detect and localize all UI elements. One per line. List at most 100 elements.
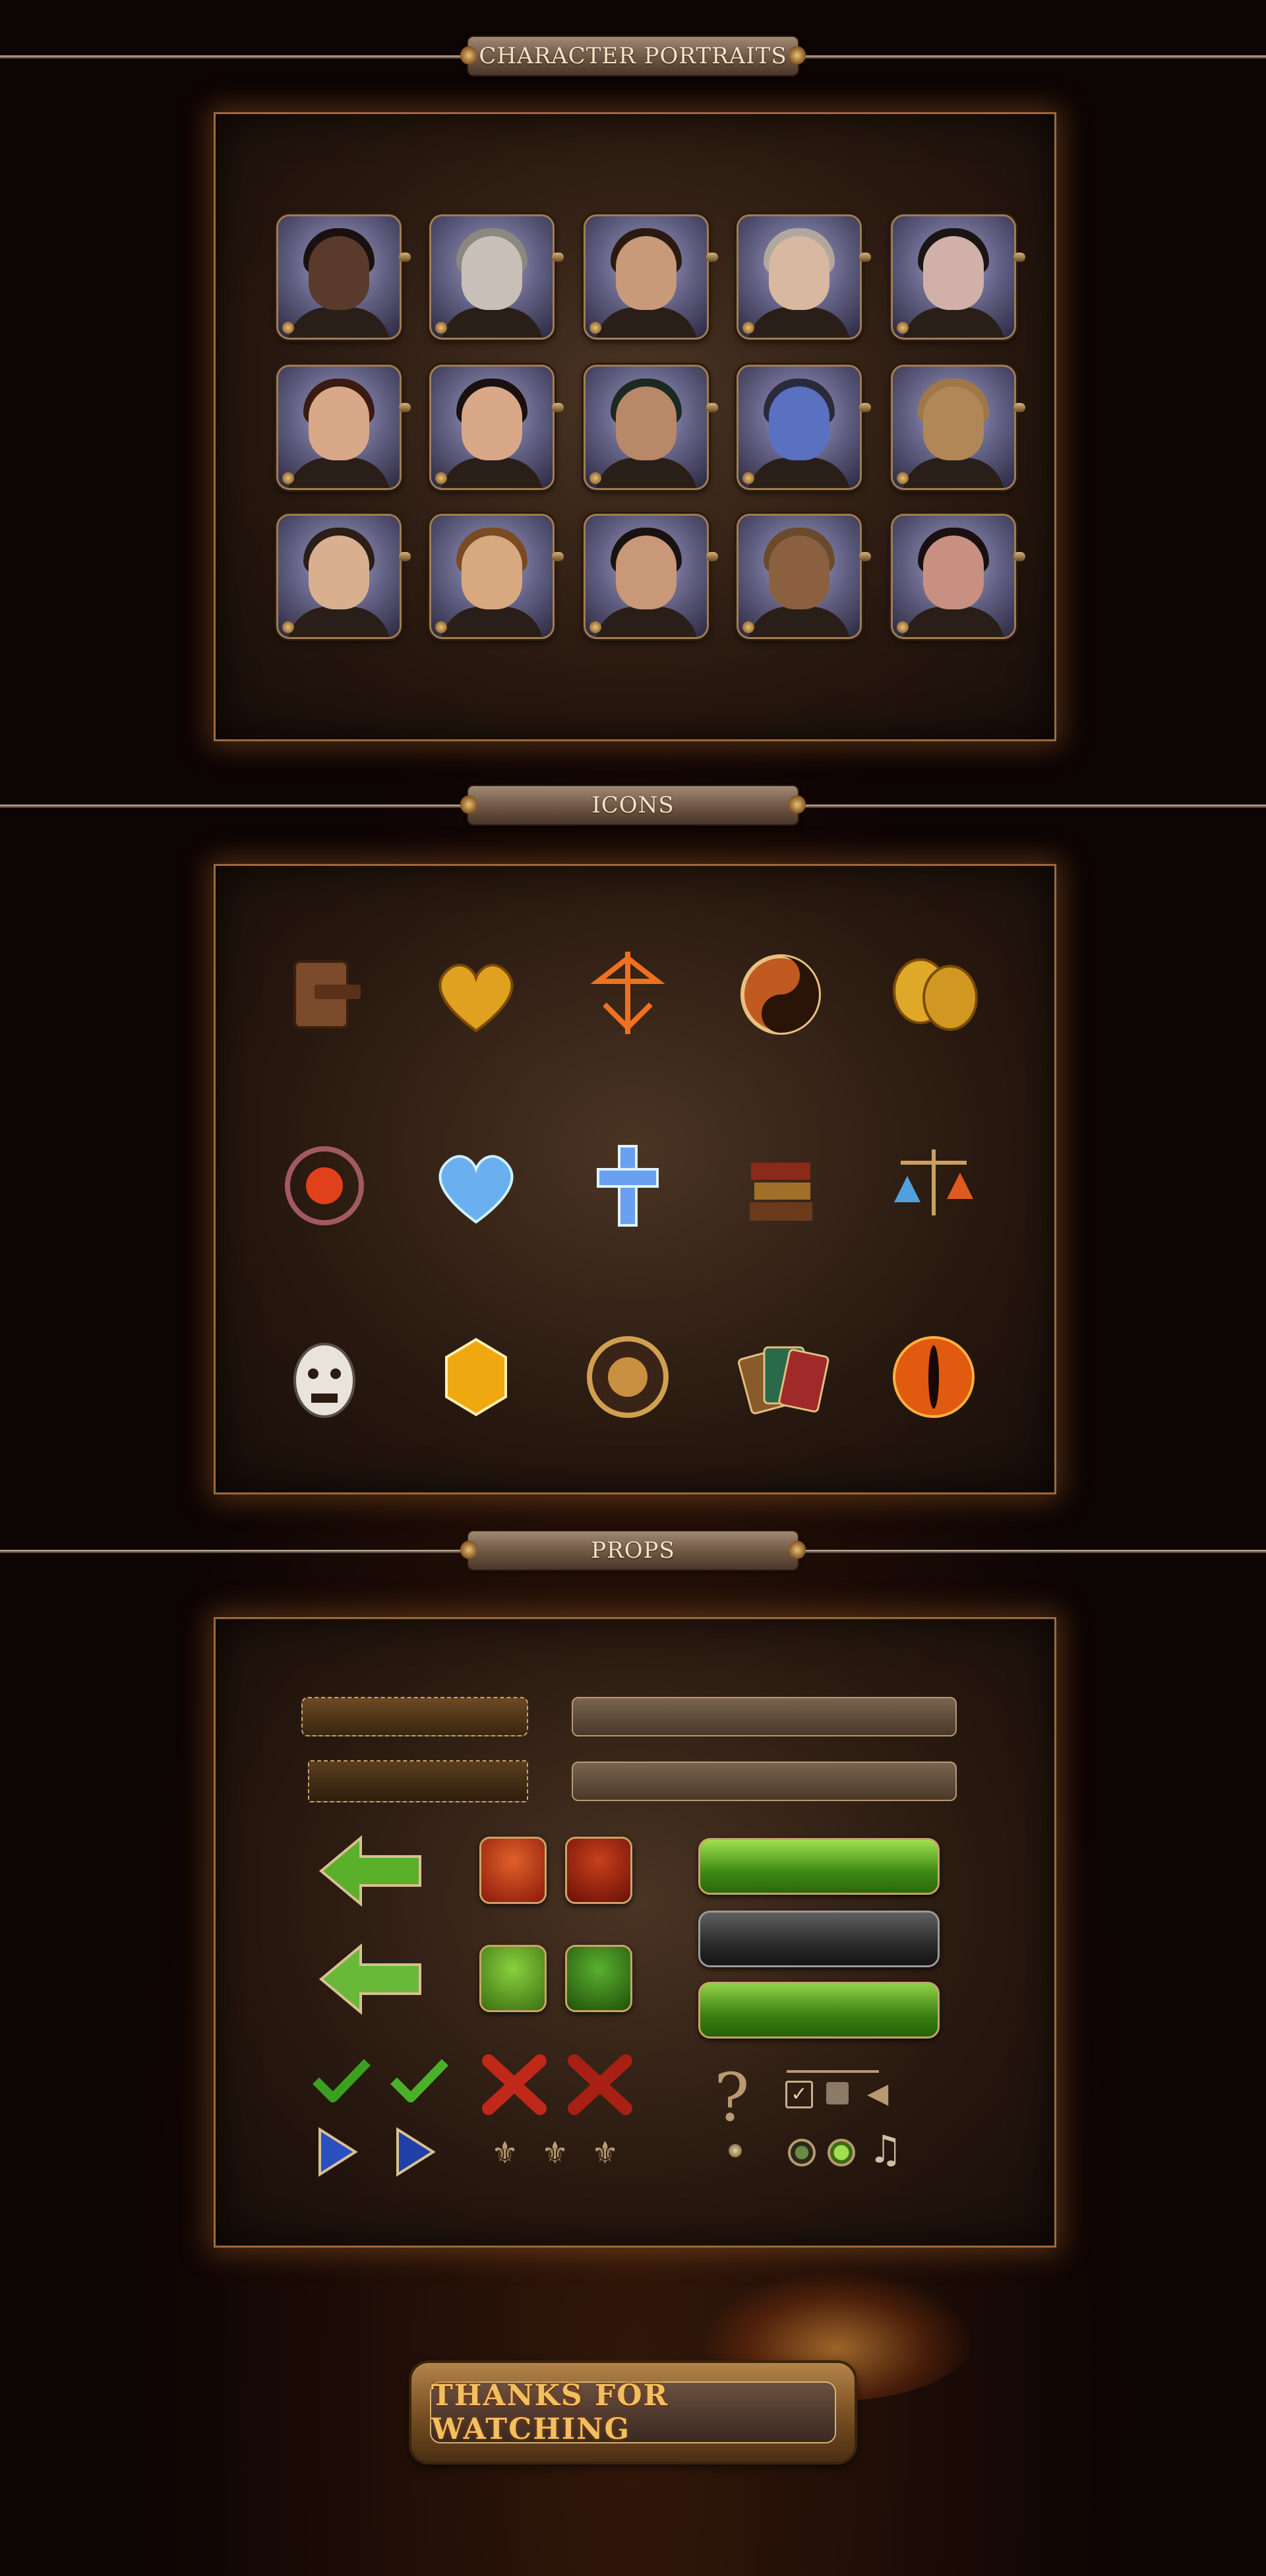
cross-alt-icon[interactable] bbox=[564, 2052, 636, 2118]
portrait-knob bbox=[282, 322, 294, 334]
portrait-body bbox=[595, 458, 698, 488]
portrait-old-woman[interactable] bbox=[737, 214, 862, 340]
portrait-face bbox=[616, 386, 677, 460]
radio-small-icon[interactable] bbox=[729, 2144, 742, 2157]
text-frame-flat bbox=[308, 1760, 528, 1802]
scales-icon[interactable] bbox=[884, 1136, 983, 1235]
radio-off-icon[interactable] bbox=[788, 2139, 816, 2166]
slider-track[interactable] bbox=[787, 2070, 879, 2073]
portrait-grinning-man-sketch[interactable] bbox=[429, 214, 555, 340]
eye-icon[interactable] bbox=[884, 1328, 983, 1426]
portrait-wild-haired-woman[interactable] bbox=[891, 514, 1016, 639]
portrait-body bbox=[902, 458, 1005, 488]
portrait-wooden-mannequin[interactable] bbox=[891, 365, 1016, 490]
portrait-police-officer[interactable] bbox=[584, 365, 709, 490]
speaker-icon[interactable]: ◀ bbox=[867, 2077, 888, 2109]
portrait-body bbox=[595, 307, 698, 338]
long-green-button-2[interactable] bbox=[698, 1982, 940, 2039]
thanks-banner: THANKS FOR WATCHING bbox=[411, 2363, 855, 2462]
portrait-connector bbox=[706, 552, 718, 561]
portrait-face bbox=[462, 386, 522, 460]
checkbox-checked-icon[interactable]: ✓ bbox=[785, 2081, 813, 2108]
portrait-face bbox=[923, 386, 984, 460]
crystal-heart-icon[interactable] bbox=[427, 1136, 526, 1235]
green-button-pressed[interactable] bbox=[565, 1945, 632, 2012]
portrait-connector bbox=[399, 403, 411, 412]
portrait-long-haired-man[interactable] bbox=[276, 514, 402, 639]
fleur-ornament-icon: ⚜ bbox=[591, 2135, 619, 2170]
checkbox-empty-icon[interactable] bbox=[826, 2082, 849, 2104]
green-button[interactable] bbox=[479, 1945, 547, 2012]
portrait-smiling-woman[interactable] bbox=[429, 365, 555, 490]
long-dark-button[interactable] bbox=[698, 1911, 940, 1967]
check-alt-icon[interactable] bbox=[386, 2054, 452, 2107]
theater-masks-icon[interactable] bbox=[884, 945, 983, 1044]
portrait-face bbox=[923, 236, 984, 310]
portrait-face bbox=[309, 386, 369, 460]
portrait-red-haired-woman[interactable] bbox=[429, 514, 555, 639]
back-arrow-alt-icon[interactable] bbox=[315, 1940, 427, 2019]
back-arrow-icon[interactable] bbox=[315, 1831, 427, 1911]
radio-on-icon[interactable] bbox=[828, 2139, 855, 2166]
input-bar[interactable] bbox=[572, 1697, 957, 1736]
help-question-icon[interactable]: ? bbox=[714, 2065, 750, 2131]
portrait-face bbox=[462, 536, 522, 609]
portrait-knob bbox=[897, 322, 909, 334]
portrait-knob bbox=[282, 472, 294, 484]
gold-heart-icon[interactable] bbox=[427, 945, 526, 1044]
check-icon[interactable] bbox=[308, 2054, 374, 2107]
portraits-panel bbox=[214, 112, 1056, 741]
portrait-young-man[interactable] bbox=[584, 214, 709, 340]
music-note-icon[interactable]: ♫ bbox=[868, 2127, 903, 2172]
section-divider-props: PROPS bbox=[0, 1531, 1266, 1571]
portrait-bald-man[interactable] bbox=[276, 214, 402, 340]
portrait-face bbox=[769, 536, 829, 609]
cards-icon[interactable] bbox=[731, 1328, 830, 1426]
portrait-body bbox=[440, 307, 543, 338]
portrait-face bbox=[309, 536, 369, 609]
orb-ring-icon[interactable] bbox=[275, 1136, 374, 1235]
portrait-connector bbox=[859, 253, 871, 262]
portrait-knob bbox=[589, 621, 601, 633]
portrait-connector bbox=[552, 253, 564, 262]
yin-yang-icon[interactable] bbox=[731, 945, 830, 1044]
portrait-connector bbox=[1013, 403, 1025, 412]
portrait-blue-demon[interactable] bbox=[737, 365, 862, 490]
portrait-connector bbox=[706, 403, 718, 412]
portrait-body bbox=[440, 607, 543, 637]
portrait-knob bbox=[742, 621, 754, 633]
cross-icon[interactable] bbox=[478, 2052, 551, 2118]
portrait-knob bbox=[742, 472, 754, 484]
long-green-button[interactable] bbox=[698, 1838, 940, 1895]
portrait-robot-mask[interactable] bbox=[737, 514, 862, 639]
medallion-icon[interactable] bbox=[578, 1328, 677, 1426]
amber-gem-icon[interactable] bbox=[427, 1328, 526, 1426]
journal-icon[interactable] bbox=[275, 945, 374, 1044]
book-stack-icon[interactable] bbox=[731, 1136, 830, 1235]
portrait-face bbox=[309, 236, 369, 310]
red-button-pressed[interactable] bbox=[565, 1837, 632, 1904]
input-bar-2[interactable] bbox=[572, 1762, 957, 1801]
portrait-mustached-man[interactable] bbox=[584, 514, 709, 639]
portrait-knob bbox=[589, 472, 601, 484]
portrait-dark-haired-woman[interactable] bbox=[276, 365, 402, 490]
portrait-face bbox=[769, 236, 829, 310]
portrait-face bbox=[923, 536, 984, 609]
demon-mask-icon[interactable] bbox=[275, 1328, 374, 1426]
flame-sigil-icon[interactable] bbox=[578, 945, 677, 1044]
section-title-props: PROPS bbox=[460, 1531, 806, 1570]
play-alt-icon[interactable] bbox=[392, 2126, 438, 2178]
fleur-ornament-icon: ⚜ bbox=[541, 2135, 569, 2170]
portrait-body bbox=[287, 458, 390, 488]
portrait-connector bbox=[859, 403, 871, 412]
portrait-connector bbox=[1013, 253, 1025, 262]
portrait-knob bbox=[282, 621, 294, 633]
portrait-knob bbox=[897, 472, 909, 484]
portrait-crying-woman[interactable] bbox=[891, 214, 1016, 340]
play-icon[interactable] bbox=[315, 2126, 361, 2178]
thanks-label: THANKS FOR WATCHING bbox=[430, 2379, 836, 2446]
portrait-connector bbox=[399, 552, 411, 561]
section-title-portraits: CHARACTER PORTRAITS bbox=[460, 37, 806, 75]
red-button[interactable] bbox=[479, 1837, 547, 1904]
crystal-cross-icon[interactable] bbox=[578, 1136, 677, 1235]
